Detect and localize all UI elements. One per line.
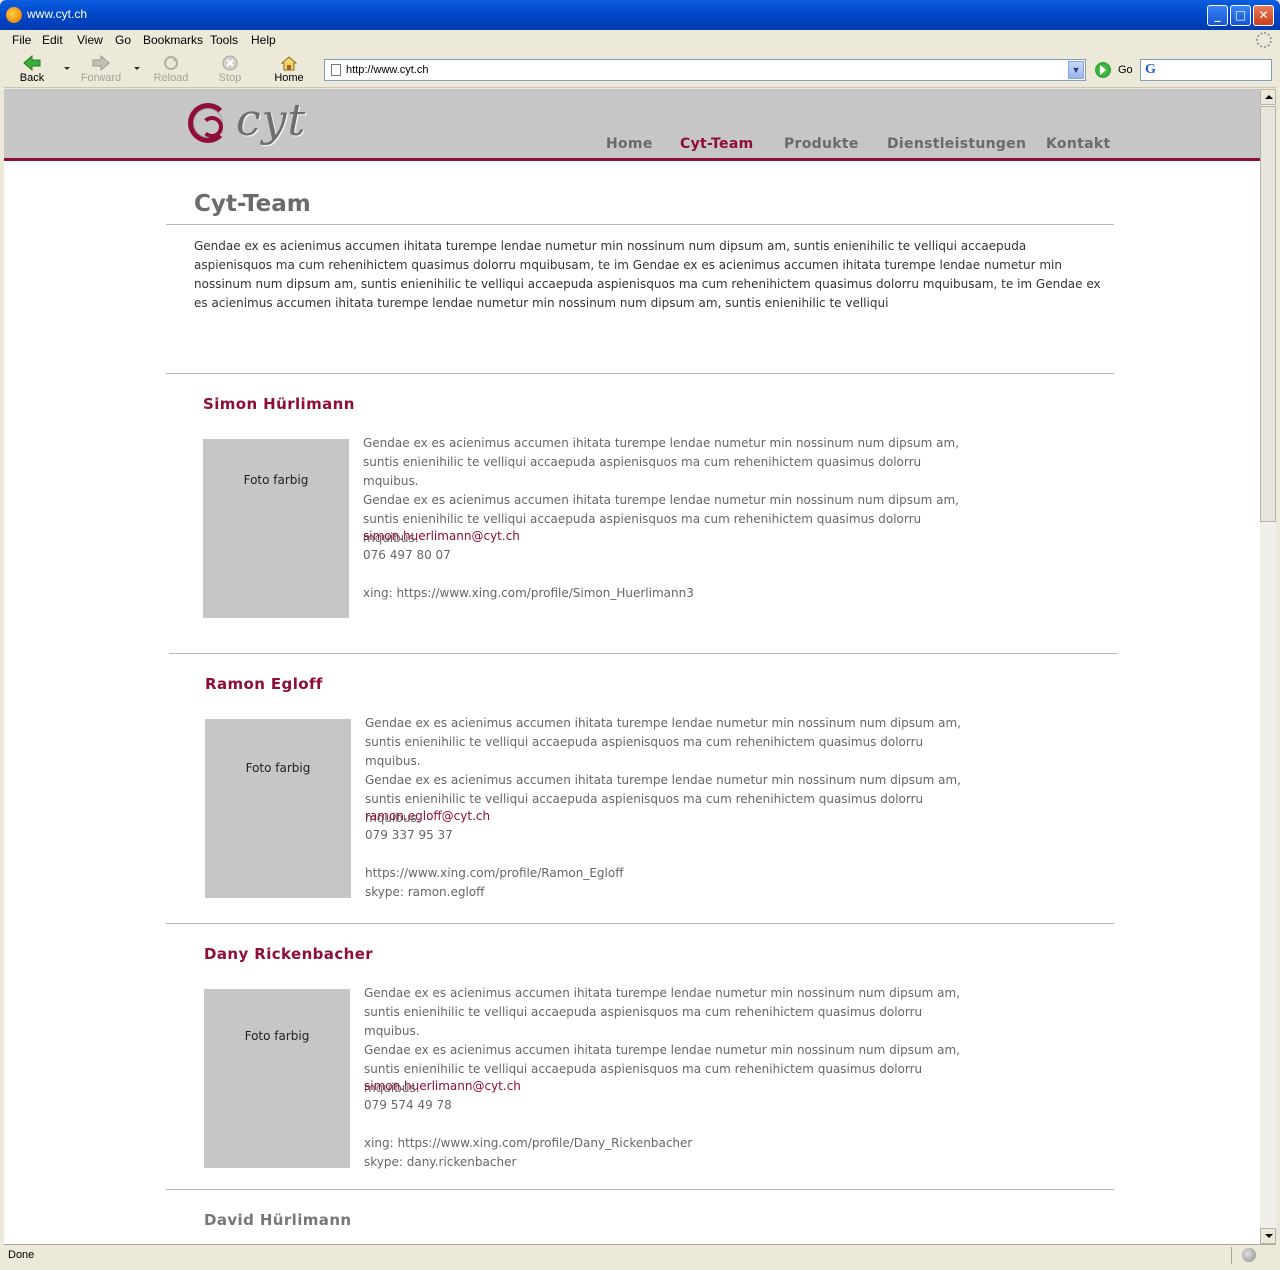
photo-placeholder-label: Foto farbig [243, 473, 309, 487]
bio-line: Gendae ex es acienimus accumen ihitata t… [365, 773, 961, 787]
menu-file[interactable]: File [12, 33, 31, 47]
reload-button[interactable]: Reload [146, 53, 196, 87]
menu-bookmarks[interactable]: Bookmarks [143, 33, 203, 47]
bio-line: Gendae ex es acienimus accumen ihitata t… [365, 716, 961, 730]
vertical-scrollbar[interactable] [1260, 89, 1276, 1244]
url-bar[interactable]: http://www.cyt.ch ▼ [324, 59, 1086, 81]
page-icon [331, 64, 341, 76]
bio-line: Gendae ex es acienimus accumen ihitata t… [364, 1043, 960, 1057]
member-name: Dany Rickenbacher [204, 945, 374, 963]
forward-dropdown-icon[interactable] [134, 67, 140, 70]
logo-swirl-icon [188, 103, 228, 143]
member-name: Ramon Egloff [205, 675, 323, 693]
photo-placeholder-label: Foto farbig [244, 1029, 310, 1043]
menu-tools[interactable]: Tools [210, 33, 238, 47]
member-photo: Foto farbig [205, 719, 351, 898]
menu-edit[interactable]: Edit [42, 33, 63, 47]
window-title: www.cyt.ch [27, 7, 88, 21]
forward-button[interactable]: Forward [76, 53, 126, 87]
throbber-icon [1256, 32, 1272, 48]
logo-text: cyt [236, 95, 307, 146]
url-history-dropdown[interactable]: ▼ [1068, 61, 1084, 79]
back-arrow-icon [23, 55, 41, 71]
window-titlebar: www.cyt.ch _ □ ✕ [0, 0, 1280, 30]
page-viewport: cyt Home Cyt-Team Produkte Dienstleistun… [4, 89, 1260, 1244]
go-label[interactable]: Go [1118, 64, 1133, 76]
cyt-logo[interactable]: cyt [188, 95, 328, 151]
section-divider [166, 373, 1114, 374]
nav-kontakt[interactable]: Kontakt [1046, 136, 1110, 152]
bio-line: suntis enienihilic te velliqui accaepuda… [365, 735, 924, 768]
security-status-icon [1242, 1248, 1256, 1262]
nav-cyt-team[interactable]: Cyt-Team [680, 136, 753, 152]
reload-label: Reload [153, 72, 189, 84]
intro-text: Gendae ex es acienimus accumen ihitata t… [194, 239, 1101, 310]
member-email-link[interactable]: ramon.egloff@cyt.ch [365, 809, 490, 823]
member-xing[interactable]: xing: https://www.xing.com/profile/Dany_… [364, 1136, 692, 1150]
member-skype: skype: ramon.egloff [365, 885, 485, 899]
menu-view[interactable]: View [77, 33, 103, 47]
member-photo: Foto farbig [204, 989, 350, 1168]
member-name: Simon Hürlimann [203, 395, 355, 413]
status-text: Done [8, 1249, 35, 1261]
back-dropdown-icon[interactable] [64, 67, 70, 70]
go-button-icon[interactable] [1095, 62, 1111, 78]
forward-label: Forward [80, 72, 122, 84]
maximize-button[interactable]: □ [1230, 5, 1251, 26]
home-label: Home [274, 72, 304, 84]
member-email-link[interactable]: simon.huerlimann@cyt.ch [364, 1079, 521, 1093]
scroll-thumb[interactable] [1260, 106, 1276, 522]
close-button[interactable]: ✕ [1253, 5, 1274, 26]
google-search-icon[interactable]: G [1145, 62, 1156, 78]
menu-go[interactable]: Go [115, 33, 131, 47]
nav-home[interactable]: Home [606, 136, 653, 152]
member-photo: Foto farbig [203, 439, 349, 618]
bio-line: suntis enienihilic te velliqui accaepuda… [363, 455, 922, 488]
member-phone: 076 497 80 07 [363, 548, 451, 562]
photo-placeholder-label: Foto farbig [245, 761, 311, 775]
member-xing[interactable]: xing: https://www.xing.com/profile/Simon… [363, 586, 694, 600]
bio-line: Gendae ex es acienimus accumen ihitata t… [363, 493, 959, 507]
section-divider [166, 923, 1114, 924]
search-box[interactable]: G [1140, 59, 1272, 81]
scroll-up-button[interactable] [1260, 89, 1276, 105]
member-xing[interactable]: https://www.xing.com/profile/Ramon_Eglof… [365, 866, 623, 880]
bio-line: Gendae ex es acienimus accumen ihitata t… [364, 986, 960, 1000]
home-icon [280, 56, 298, 71]
member-phone: 079 574 49 78 [364, 1098, 452, 1112]
nav-dienstleistungen[interactable]: Dienstleistungen [887, 136, 1026, 152]
menu-bar: File Edit View Go Bookmarks Tools Help [4, 30, 1276, 51]
bio-line: Gendae ex es acienimus accumen ihitata t… [363, 436, 959, 450]
navigation-toolbar: Back Forward Reload Stop Home http://www… [4, 51, 1276, 88]
forward-arrow-icon [92, 55, 110, 71]
nav-produkte[interactable]: Produkte [784, 136, 859, 152]
reload-icon [164, 56, 178, 70]
menu-help[interactable]: Help [251, 33, 276, 47]
section-divider [169, 653, 1117, 654]
back-label: Back [19, 72, 45, 84]
page-title: Cyt-Team [194, 191, 311, 217]
firefox-icon [6, 7, 22, 23]
status-bar: Done [4, 1244, 1276, 1266]
site-header: cyt Home Cyt-Team Produkte Dienstleistun… [4, 89, 1260, 161]
scroll-down-button[interactable] [1260, 1228, 1276, 1244]
status-separator [1231, 1247, 1232, 1264]
member-email-link[interactable]: simon.huerlimann@cyt.ch [363, 529, 520, 543]
title-divider [166, 224, 1114, 225]
stop-icon [222, 55, 238, 71]
home-button[interactable]: Home [264, 53, 314, 87]
minimize-button[interactable]: _ [1207, 5, 1228, 26]
member-name: David Hürlimann [204, 1211, 352, 1229]
stop-label: Stop [218, 72, 242, 84]
bio-line: suntis enienihilic te velliqui accaepuda… [364, 1005, 923, 1038]
section-divider [166, 1189, 1114, 1190]
back-button[interactable]: Back [7, 53, 57, 87]
member-skype: skype: dany.rickenbacher [364, 1155, 517, 1169]
member-phone: 079 337 95 37 [365, 828, 453, 842]
url-text: http://www.cyt.ch [346, 64, 429, 76]
stop-button[interactable]: Stop [205, 53, 255, 87]
